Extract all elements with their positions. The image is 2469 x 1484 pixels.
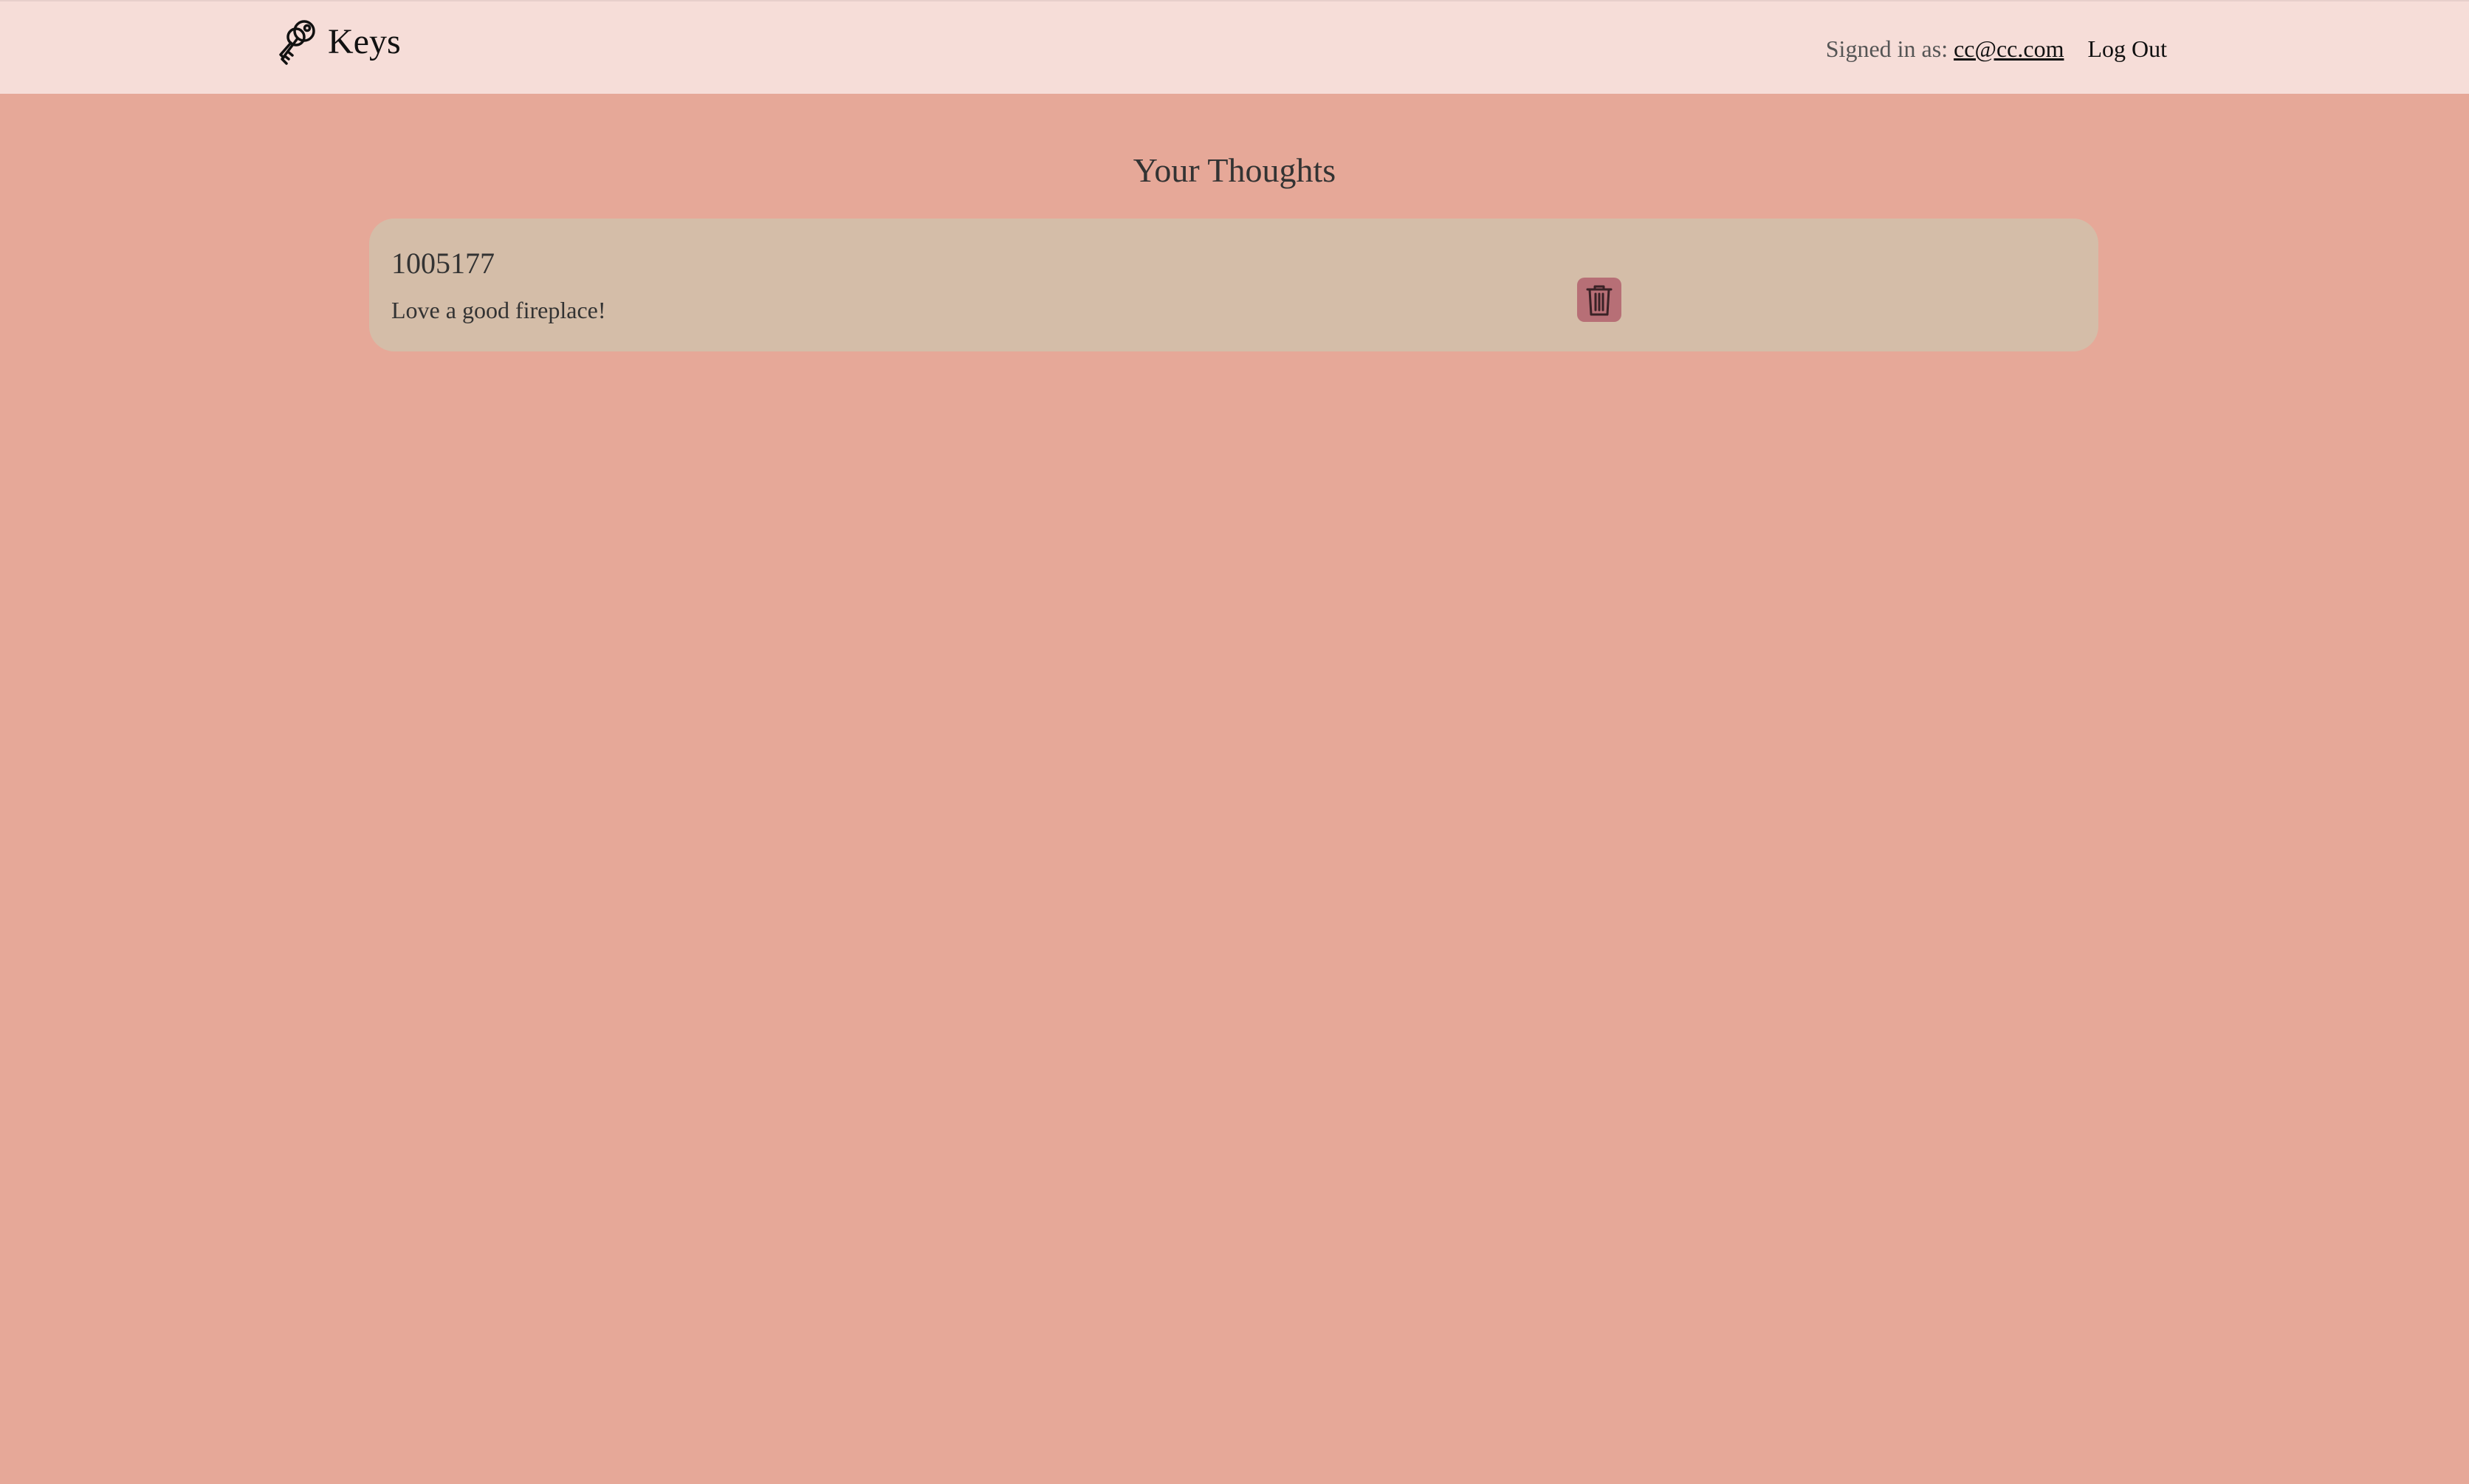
thought-id: 1005177 <box>391 247 495 280</box>
user-nav: Signed in as: cc@cc.com Log Out <box>1826 31 2167 66</box>
trash-icon <box>1586 285 1613 316</box>
thought-text: Love a good fireplace! <box>391 297 606 323</box>
delete-thought-button[interactable] <box>1577 278 1621 322</box>
brand-home-link[interactable]: Keys <box>276 18 401 66</box>
signed-in-label: Signed in as: <box>1825 35 1948 62</box>
page-title: Your Thoughts <box>1133 151 1336 189</box>
user-email-link[interactable]: cc@cc.com <box>1954 31 2064 66</box>
thought-card: 1005177 Love a good fireplace! <box>369 219 2098 351</box>
keys-icon <box>279 20 315 65</box>
brand-name: Keys <box>328 22 401 61</box>
logout-link[interactable]: Log Out <box>2087 31 2167 66</box>
top-navbar: Keys Signed in as: cc@cc.com Log Out <box>0 0 2469 94</box>
